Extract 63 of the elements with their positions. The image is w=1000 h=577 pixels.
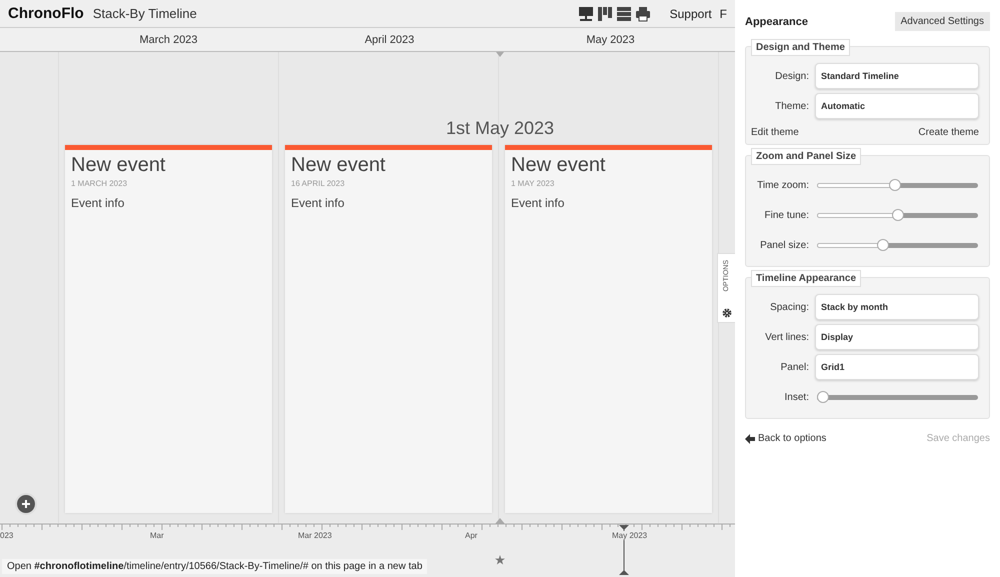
gear-icon <box>722 308 732 318</box>
list-icon[interactable] <box>616 6 632 22</box>
slider[interactable] <box>817 391 978 403</box>
marker-triangle-icon <box>495 518 505 524</box>
group-legend: Design and Theme <box>751 39 850 56</box>
event-title: New event <box>71 154 166 177</box>
advanced-settings-button[interactable]: Advanced Settings <box>894 12 990 31</box>
month-label: April 2023 <box>364 34 414 46</box>
slider[interactable] <box>817 179 978 191</box>
nav-link[interactable]: F <box>720 6 727 20</box>
select-field[interactable]: Standard Timeline <box>815 63 979 89</box>
axis-label: 023 <box>0 531 14 540</box>
theme-link[interactable]: Create theme <box>918 127 979 138</box>
field-label: Fine tune: <box>764 210 809 220</box>
select-field[interactable]: Grid1 <box>815 354 979 380</box>
axis-label: Apr <box>465 531 478 540</box>
event-info: Event info <box>71 196 126 210</box>
event-card[interactable]: New event 1 MARCH 2023 Event info <box>65 145 272 513</box>
field-label: Panel size: <box>759 240 809 250</box>
field-label: Panel: <box>780 362 809 372</box>
axis-label: Mar 2023 <box>298 531 332 540</box>
event-info: Event info <box>511 196 566 210</box>
slider[interactable] <box>817 209 978 221</box>
field-label: Spacing: <box>769 302 809 312</box>
select-field[interactable]: Display <box>815 324 979 350</box>
axis-label: Mar <box>150 531 164 540</box>
select-field[interactable]: Stack by month <box>815 294 979 320</box>
month-label: March 2023 <box>139 34 198 46</box>
event-title: New event <box>511 154 606 177</box>
field-label: Inset: <box>784 392 809 402</box>
panel-title: Appearance <box>745 16 808 28</box>
event-card[interactable]: New event 1 MAY 2023 Event info <box>505 145 712 513</box>
plus-icon <box>21 499 31 509</box>
star-icon[interactable] <box>495 555 505 565</box>
slider[interactable] <box>817 239 978 251</box>
columns-icon[interactable] <box>596 6 613 22</box>
event-date: 16 APRIL 2023 <box>291 179 346 188</box>
group-legend: Zoom and Panel Size <box>751 148 862 165</box>
event-date: 1 MARCH 2023 <box>71 179 128 188</box>
timeline-title: Stack-By Timeline <box>92 6 197 21</box>
print-icon[interactable] <box>634 6 651 22</box>
event-card[interactable]: New event 16 APRIL 2023 Event info <box>285 145 492 513</box>
nav-link[interactable]: Support <box>670 6 712 20</box>
event-info: Event info <box>291 196 346 210</box>
group-legend: Timeline Appearance <box>751 270 862 287</box>
monitor-icon[interactable] <box>578 6 594 22</box>
current-date-label: 1st May 2023 <box>446 118 554 139</box>
axis-label: May 2023 <box>612 531 648 540</box>
event-date: 1 MAY 2023 <box>511 179 556 188</box>
field-label: Theme: <box>774 100 809 112</box>
month-label: May 2023 <box>586 34 635 46</box>
back-link[interactable]: Back to options <box>745 433 826 444</box>
field-label: Design: <box>774 70 809 82</box>
arrow-left-icon <box>745 434 755 444</box>
select-field[interactable]: Automatic <box>815 93 979 119</box>
marker-triangle-icon <box>496 52 504 57</box>
theme-link[interactable]: Edit theme <box>751 127 799 138</box>
add-button[interactable] <box>15 493 37 515</box>
status-link[interactable]: Open #chronoflotimeline/timeline/entry/10566/Stack-By-Timeline/# on this page in a new tab <box>2 559 428 574</box>
app-logo[interactable]: ChronoFlo <box>8 5 84 22</box>
field-label: Time zoom: <box>756 180 809 190</box>
field-label: Vert lines: <box>764 332 809 342</box>
event-title: New event <box>291 154 386 177</box>
